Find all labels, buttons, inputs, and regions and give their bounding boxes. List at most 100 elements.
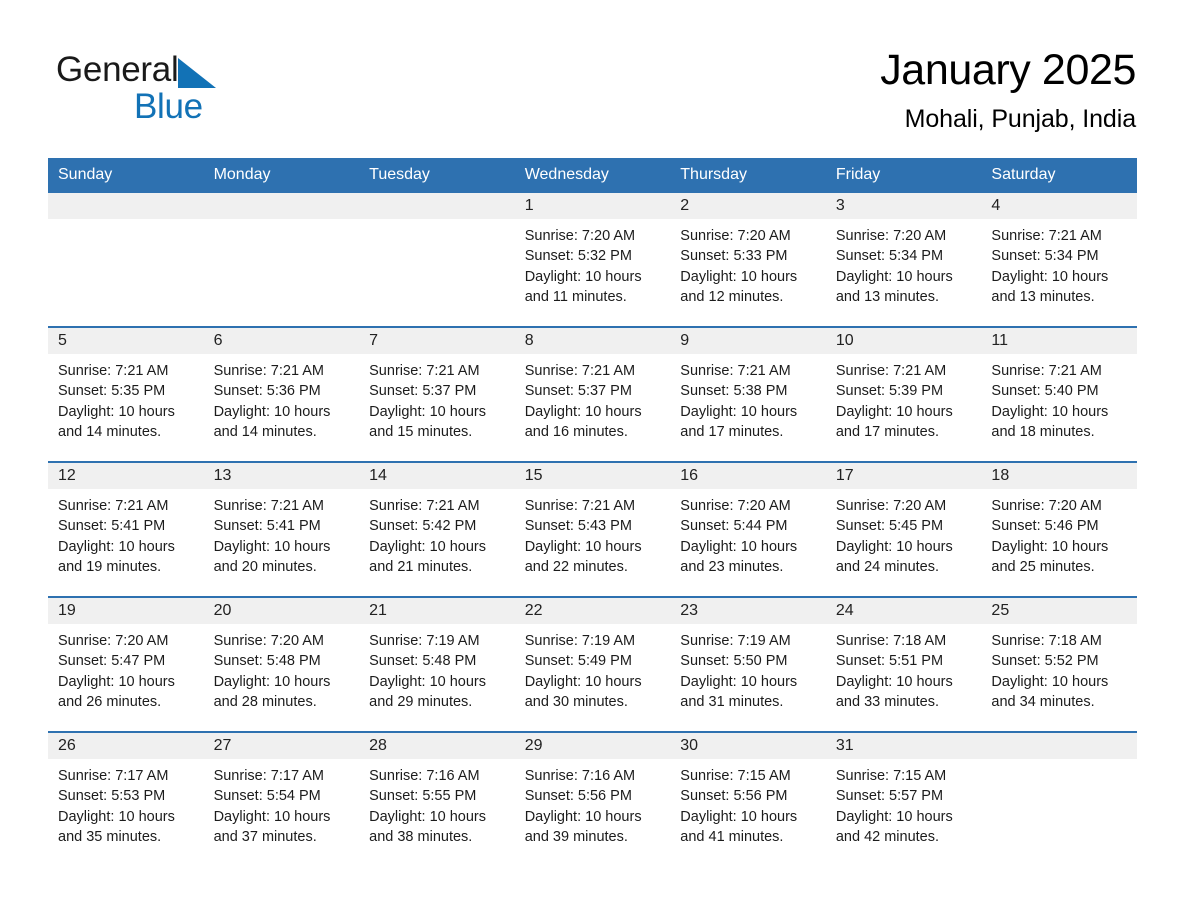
calendar-day-cell[interactable]: 30 Sunrise: 7:15 AM Sunset: 5:56 PM Dayligh… (670, 733, 826, 866)
day-number-band: 27 (203, 733, 360, 759)
daylight-text-line1: Daylight: 10 hours (680, 268, 798, 285)
weekday-header-friday: Friday (835, 166, 881, 183)
calendar-day-cell[interactable]: 22 Sunrise: 7:19 AM Sunset: 5:49 PM Dayligh… (514, 598, 671, 731)
day-number-band: 21 (359, 598, 515, 624)
calendar-day-cell[interactable]: 3 Sunrise: 7:20 AM Sunset: 5:34 PM Daylight… (825, 193, 982, 326)
day-number: 14 (369, 467, 387, 484)
calendar-day-cell[interactable]: 17 Sunrise: 7:20 AM Sunset: 5:45 PM Dayligh… (825, 463, 982, 596)
day-number: 18 (991, 467, 1010, 484)
daylight-text-line2: and 19 minutes. (58, 558, 162, 575)
day-number-band: 29 (514, 733, 671, 759)
day-number-band: 6 (203, 328, 360, 354)
calendar-day-cell[interactable]: 4 Sunrise: 7:21 AM Sunset: 5:34 PM Daylight… (981, 193, 1137, 326)
calendar-day-cell[interactable]: 24 Sunrise: 7:18 AM Sunset: 5:51 PM Dayligh… (825, 598, 982, 731)
day-number: 29 (524, 737, 543, 754)
day-number-band: 4 (981, 193, 1137, 219)
calendar-day-cell[interactable]: 1 Sunrise: 7:20 AM Sunset: 5:32 PM Daylight… (514, 193, 671, 326)
sunrise-text: Sunrise: 7:15 AM (680, 768, 791, 784)
calendar-day-cell-empty (359, 193, 515, 326)
daylight-text-line2: and 34 minutes. (991, 693, 1095, 710)
daylight-text-line1: Daylight: 10 hours (835, 538, 953, 555)
sunrise-text: Sunrise: 7:16 AM (369, 768, 480, 784)
sunrise-text: Sunrise: 7:21 AM (369, 363, 480, 379)
calendar-day-cell[interactable]: 8 Sunrise: 7:21 AM Sunset: 5:37 PM Daylight… (514, 328, 671, 461)
day-number: 17 (835, 467, 854, 484)
calendar-day-cell[interactable]: 29 Sunrise: 7:16 AM Sunset: 5:56 PM Dayligh… (514, 733, 671, 866)
sunset-text: Sunset: 5:35 PM (58, 383, 166, 400)
calendar-day-cell[interactable]: 15 Sunrise: 7:21 AM Sunset: 5:43 PM Dayligh… (514, 463, 671, 596)
day-number-band: 7 (359, 328, 515, 354)
calendar-day-cell[interactable]: 5 Sunrise: 7:21 AM Sunset: 5:35 PM Daylight… (48, 328, 204, 461)
sunset-text: Sunset: 5:38 PM (680, 383, 788, 400)
calendar-day-cell[interactable]: 31 Sunrise: 7:15 AM Sunset: 5:57 PM Dayligh… (825, 733, 982, 866)
day-number: 11 (991, 332, 1009, 349)
day-number-band: 12 (48, 463, 204, 489)
daylight-text-line2: and 41 minutes. (680, 828, 784, 845)
calendar-week-row: 1 Sunrise: 7:20 AM Sunset: 5:32 PM Daylight… (48, 193, 1137, 326)
day-number: 22 (524, 602, 543, 619)
calendar-day-cell[interactable]: 21 Sunrise: 7:19 AM Sunset: 5:48 PM Dayligh… (359, 598, 515, 731)
daylight-text-line2: and 13 minutes. (835, 288, 940, 305)
weekday-header-monday: Monday (213, 166, 271, 183)
sunset-text: Sunset: 5:56 PM (524, 788, 632, 805)
calendar-day-cell[interactable]: 19 Sunrise: 7:20 AM Sunset: 5:47 PM Dayligh… (48, 598, 204, 731)
daylight-text-line2: and 17 minutes. (835, 423, 940, 440)
daylight-text-line2: and 14 minutes. (213, 423, 317, 440)
day-details: Sunrise: 7:20 AM Sunset: 5:48 PM Daylight:… (204, 624, 360, 712)
day-details: Sunrise: 7:21 AM Sunset: 5:43 PM Daylight:… (515, 489, 671, 577)
calendar-day-cell[interactable]: 25 Sunrise: 7:18 AM Sunset: 5:52 PM Dayligh… (981, 598, 1137, 731)
sunrise-text: Sunrise: 7:15 AM (835, 768, 947, 784)
generalblue-logo[interactable]: General Blue (56, 50, 316, 130)
sunset-text: Sunset: 5:32 PM (524, 248, 632, 265)
day-details: Sunrise: 7:21 AM Sunset: 5:41 PM Daylight:… (48, 489, 204, 577)
daylight-text-line1: Daylight: 10 hours (524, 403, 642, 420)
day-details: Sunrise: 7:19 AM Sunset: 5:49 PM Daylight:… (515, 624, 671, 712)
calendar-day-cell[interactable]: 9 Sunrise: 7:21 AM Sunset: 5:38 PM Daylight… (670, 328, 826, 461)
day-number: 3 (835, 197, 845, 214)
day-details: Sunrise: 7:21 AM Sunset: 5:38 PM Daylight:… (670, 354, 826, 442)
sunrise-text: Sunrise: 7:20 AM (213, 633, 324, 649)
day-number-band: 14 (359, 463, 515, 489)
day-details: Sunrise: 7:20 AM Sunset: 5:33 PM Daylight:… (670, 219, 826, 307)
day-number-band: 24 (825, 598, 982, 624)
day-details: Sunrise: 7:18 AM Sunset: 5:52 PM Daylight:… (981, 624, 1137, 712)
day-number-band (48, 193, 204, 219)
daylight-text-line2: and 23 minutes. (680, 558, 784, 575)
calendar-day-cell[interactable]: 18 Sunrise: 7:20 AM Sunset: 5:46 PM Dayligh… (981, 463, 1137, 596)
sunset-text: Sunset: 5:53 PM (58, 788, 166, 805)
sunrise-text: Sunrise: 7:20 AM (991, 498, 1102, 514)
daylight-text-line2: and 21 minutes. (369, 558, 473, 575)
daylight-text-line1: Daylight: 10 hours (524, 538, 642, 555)
calendar-day-cell-empty (203, 193, 360, 326)
calendar-day-cell[interactable]: 23 Sunrise: 7:19 AM Sunset: 5:50 PM Dayligh… (670, 598, 826, 731)
daylight-text-line1: Daylight: 10 hours (58, 403, 175, 420)
calendar-day-cell[interactable]: 11 Sunrise: 7:21 AM Sunset: 5:40 PM Dayligh… (981, 328, 1137, 461)
daylight-text-line1: Daylight: 10 hours (835, 268, 953, 285)
calendar-day-cell[interactable]: 27 Sunrise: 7:17 AM Sunset: 5:54 PM Dayligh… (203, 733, 360, 866)
day-number-band: 31 (825, 733, 982, 759)
day-number-band: 25 (981, 598, 1137, 624)
calendar-day-cell[interactable]: 6 Sunrise: 7:21 AM Sunset: 5:36 PM Daylight… (203, 328, 360, 461)
calendar-day-cell[interactable]: 16 Sunrise: 7:20 AM Sunset: 5:44 PM Dayligh… (670, 463, 826, 596)
day-details: Sunrise: 7:15 AM Sunset: 5:57 PM Daylight:… (826, 759, 982, 847)
calendar-day-cell[interactable]: 13 Sunrise: 7:21 AM Sunset: 5:41 PM Dayligh… (203, 463, 360, 596)
calendar-day-cell[interactable]: 14 Sunrise: 7:21 AM Sunset: 5:42 PM Dayligh… (359, 463, 515, 596)
sunset-text: Sunset: 5:45 PM (835, 518, 944, 535)
calendar-day-cell[interactable]: 20 Sunrise: 7:20 AM Sunset: 5:48 PM Dayligh… (203, 598, 360, 731)
weekday-header-sunday: Sunday (58, 166, 113, 183)
day-number: 7 (369, 332, 379, 349)
calendar-day-cell[interactable]: 26 Sunrise: 7:17 AM Sunset: 5:53 PM Dayligh… (48, 733, 204, 866)
calendar-day-cell[interactable]: 12 Sunrise: 7:21 AM Sunset: 5:41 PM Dayligh… (48, 463, 204, 596)
sunrise-text: Sunrise: 7:21 AM (369, 498, 480, 514)
day-number: 5 (58, 332, 67, 349)
day-number: 25 (991, 602, 1010, 619)
calendar-day-cell-empty (48, 193, 204, 326)
day-number-band: 19 (48, 598, 204, 624)
calendar-day-cell[interactable]: 10 Sunrise: 7:21 AM Sunset: 5:39 PM Dayligh… (825, 328, 982, 461)
calendar-day-cell[interactable]: 2 Sunrise: 7:20 AM Sunset: 5:33 PM Daylight… (670, 193, 826, 326)
sunrise-text: Sunrise: 7:20 AM (680, 228, 791, 244)
sunset-text: Sunset: 5:42 PM (369, 518, 477, 535)
calendar-day-cell[interactable]: 7 Sunrise: 7:21 AM Sunset: 5:37 PM Daylight… (359, 328, 515, 461)
calendar-day-cell[interactable]: 28 Sunrise: 7:16 AM Sunset: 5:55 PM Dayligh… (359, 733, 515, 866)
day-number: 28 (369, 737, 387, 754)
